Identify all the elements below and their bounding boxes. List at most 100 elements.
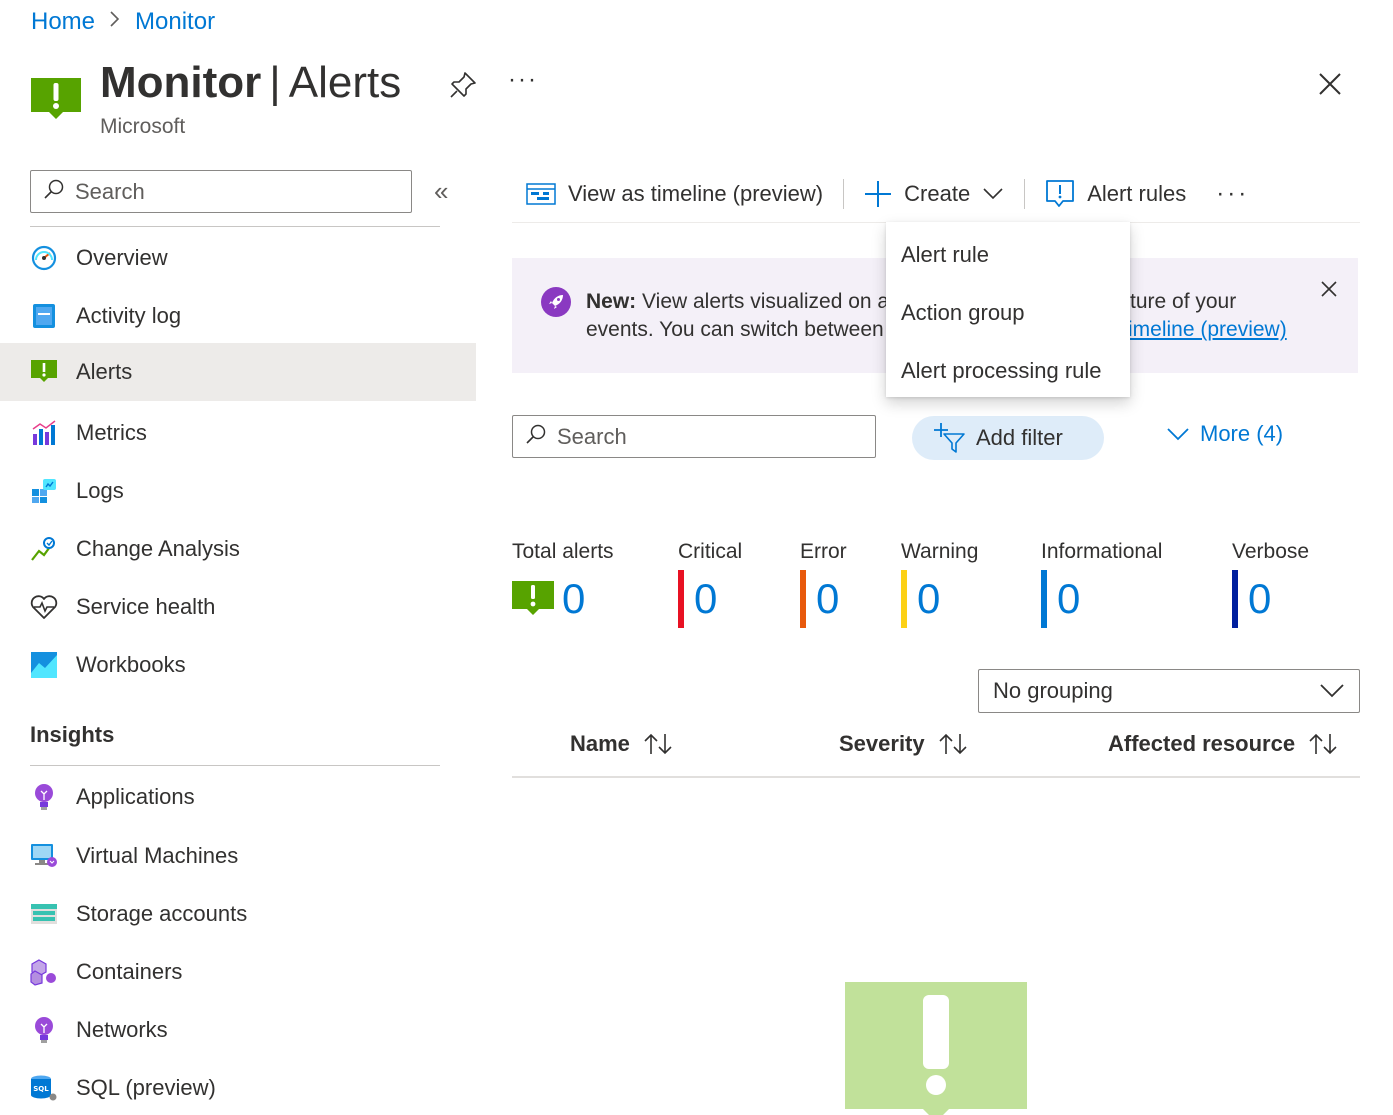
summary-informational[interactable]: Informational 0	[1041, 540, 1162, 628]
create-menu: Alert rule Action group Alert processing…	[886, 222, 1130, 397]
summary-value: 0	[917, 575, 941, 622]
sidebar-item-label: Alerts	[76, 359, 133, 384]
command-bar: View as timeline (preview) Create Alert …	[512, 166, 1360, 222]
menu-item-action-group[interactable]: Action group	[886, 284, 1130, 342]
alert-rules-label: Alert rules	[1087, 181, 1187, 206]
lightbulb-icon	[30, 783, 58, 811]
sidebar-item-service-health[interactable]: Service health	[0, 578, 476, 636]
chevron-right-icon	[109, 10, 121, 34]
summary-warning[interactable]: Warning 0	[901, 540, 978, 628]
sql-icon: SQL	[30, 1074, 58, 1102]
sidebar-item-label: Overview	[76, 245, 168, 270]
chevron-down-icon	[1166, 426, 1190, 442]
sidebar-item-virtual-machines[interactable]: Virtual Machines	[0, 827, 476, 885]
toolbar-separator	[1024, 179, 1026, 209]
more-options-icon[interactable]: ···	[508, 66, 538, 94]
banner-text: events. You can switch between	[586, 318, 884, 341]
alerts-search-input[interactable]: Search	[512, 415, 876, 458]
summary-critical[interactable]: Critical 0	[678, 540, 742, 628]
toolbar-more-icon[interactable]: ···	[1200, 166, 1263, 222]
sidebar-item-sql[interactable]: SQL SQL (preview)	[0, 1059, 476, 1115]
create-button[interactable]: Create	[850, 166, 1018, 222]
svg-text:SQL: SQL	[33, 1085, 49, 1093]
page-subtitle: Microsoft	[100, 115, 186, 138]
summary-label: Informational	[1041, 540, 1163, 563]
plus-icon	[864, 180, 892, 208]
view-as-timeline-button[interactable]: View as timeline (preview)	[512, 166, 837, 222]
sidebar-item-overview[interactable]: Overview	[0, 229, 476, 287]
pin-icon[interactable]	[448, 70, 478, 100]
summary-verbose[interactable]: Verbose 0	[1232, 540, 1309, 628]
lightbulb-icon	[30, 1016, 58, 1044]
add-filter-icon	[932, 422, 966, 454]
summary-value: 0	[1057, 575, 1081, 622]
breadcrumb-monitor[interactable]: Monitor	[135, 8, 215, 36]
severity-bar	[678, 570, 684, 628]
column-header-severity[interactable]: Severity	[839, 731, 969, 757]
sidebar-item-containers[interactable]: Containers	[0, 943, 476, 1001]
sidebar-item-label: Activity log	[76, 303, 182, 328]
sidebar-item-label: Workbooks	[76, 652, 186, 677]
column-header-affected-resource[interactable]: Affected resource	[1108, 731, 1339, 757]
sidebar-search-input[interactable]: Search	[30, 170, 412, 213]
column-header-name[interactable]: Name	[570, 731, 674, 757]
breadcrumb-home[interactable]: Home	[31, 8, 95, 36]
timeline-preview-link[interactable]: imeline (preview)	[1128, 318, 1287, 342]
sidebar-item-networks[interactable]: Networks	[0, 1001, 476, 1059]
close-icon[interactable]	[1318, 278, 1340, 300]
storage-icon	[30, 900, 58, 928]
menu-item-alert-processing-rule[interactable]: Alert processing rule	[886, 342, 1130, 400]
sidebar-item-workbooks[interactable]: Workbooks	[0, 636, 476, 694]
add-filter-label: Add filter	[976, 425, 1063, 450]
search-icon	[43, 178, 65, 205]
alert-rules-button[interactable]: Alert rules	[1031, 166, 1200, 222]
add-filter-button[interactable]: Add filter	[912, 416, 1104, 460]
sidebar-item-label: Service health	[76, 594, 216, 619]
empty-state-alert-icon	[845, 982, 1027, 1115]
sidebar-item-change-analysis[interactable]: Change Analysis	[0, 520, 476, 578]
alert-icon	[30, 358, 58, 386]
sidebar-item-label: Applications	[76, 784, 195, 809]
view-as-timeline-label: View as timeline (preview)	[568, 181, 824, 206]
divider	[30, 226, 440, 227]
sidebar-item-alerts[interactable]: Alerts	[0, 343, 476, 401]
virtual-machine-icon	[30, 842, 58, 870]
alert-icon	[512, 581, 554, 617]
summary-value: 0	[562, 575, 586, 622]
containers-icon	[30, 958, 58, 986]
sidebar-item-metrics[interactable]: Metrics	[0, 404, 476, 462]
more-filters-button[interactable]: More (4)	[1166, 421, 1283, 447]
create-label: Create	[904, 181, 971, 206]
sidebar-item-activity-log[interactable]: Activity log	[0, 287, 476, 345]
sidebar-item-label: Containers	[76, 959, 183, 984]
sidebar-item-label: SQL (preview)	[76, 1075, 216, 1100]
close-icon[interactable]	[1313, 67, 1347, 101]
sidebar-item-storage-accounts[interactable]: Storage accounts	[0, 885, 476, 943]
collapse-sidebar-icon[interactable]: «	[434, 176, 448, 207]
sidebar-item-label: Metrics	[76, 420, 147, 445]
severity-bar	[901, 570, 907, 628]
sidebar-item-label: Change Analysis	[76, 536, 240, 561]
summary-label: Critical	[678, 540, 743, 563]
toolbar-separator	[843, 179, 845, 209]
sort-icon	[1307, 732, 1339, 756]
menu-item-alert-rule[interactable]: Alert rule	[886, 226, 1130, 284]
summary-value: 0	[694, 575, 718, 622]
sidebar-search-placeholder: Search	[75, 178, 145, 204]
alerts-search-placeholder: Search	[557, 423, 627, 449]
alert-icon	[31, 78, 81, 125]
sidebar-item-applications[interactable]: Applications	[0, 768, 476, 826]
heart-pulse-icon	[30, 593, 58, 621]
change-analysis-icon	[30, 535, 58, 563]
sidebar-item-logs[interactable]: Logs	[0, 462, 476, 520]
grouping-select[interactable]: No grouping	[978, 669, 1360, 713]
summary-value: 0	[1248, 575, 1272, 622]
sidebar-item-label: Logs	[76, 478, 124, 503]
divider	[30, 765, 440, 766]
sort-icon	[642, 732, 674, 756]
rocket-icon	[541, 287, 571, 317]
summary-error[interactable]: Error 0	[800, 540, 847, 628]
more-filters-label: More (4)	[1200, 421, 1284, 446]
summary-total-alerts[interactable]: Total alerts 0	[512, 540, 614, 628]
workbook-icon	[30, 651, 58, 679]
